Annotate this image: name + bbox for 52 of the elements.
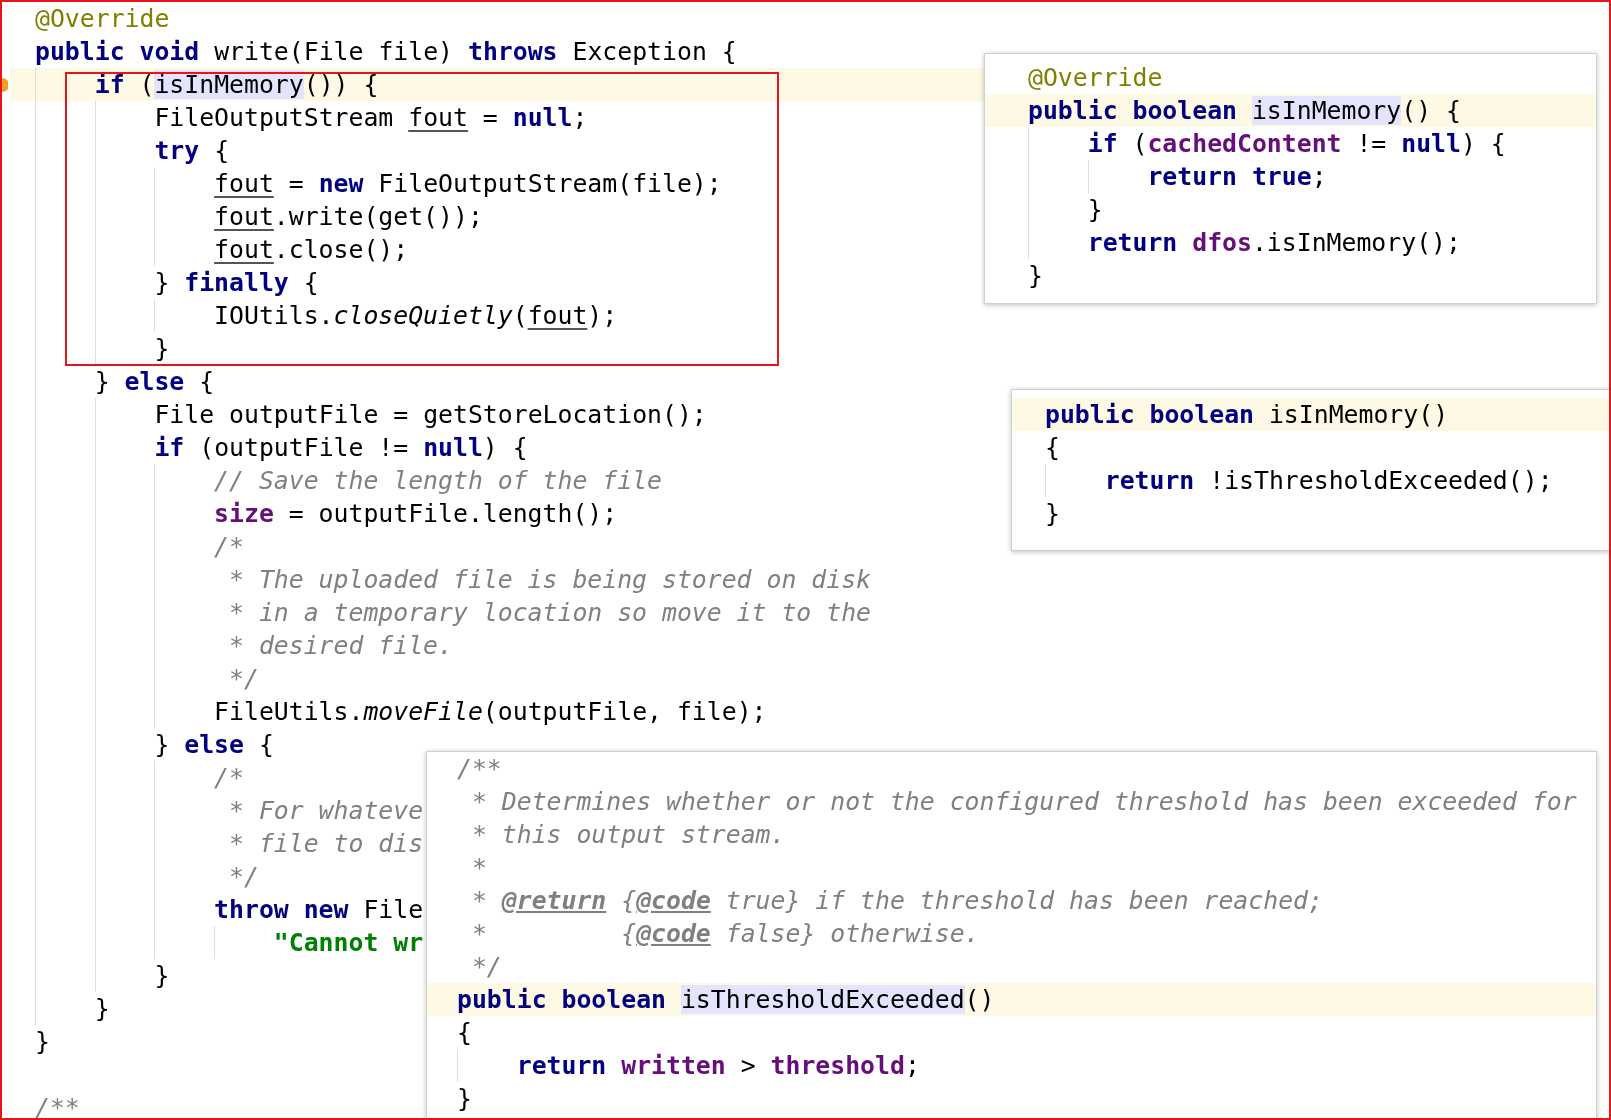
code-line: /**: [34, 1092, 80, 1118]
code-line: * For whateve: [10, 794, 424, 827]
code-line: @Override: [1027, 62, 1163, 94]
code-line: FileOutputStream fout = null;: [10, 101, 588, 134]
code-line: try {: [10, 134, 230, 167]
code-line: File outputFile = getStoreLocation();: [10, 398, 707, 431]
code-line: /*: [10, 761, 244, 794]
code-line: return !isThresholdExceeded();: [1012, 464, 1553, 497]
gutter-marker-icon: [2, 78, 8, 92]
code-line: */: [10, 662, 259, 695]
code-line: }: [10, 332, 170, 365]
code-line: fout = new FileOutputStream(file);: [10, 167, 722, 200]
code-line: */: [470, 951, 502, 983]
code-line: fout.write(get());: [10, 200, 483, 233]
code-line: /**: [456, 753, 502, 785]
code-line: public void write(File file) throws Exception {: [34, 36, 737, 68]
code-line: if (outputFile != null) {: [10, 431, 528, 464]
code-line: } finally {: [10, 266, 319, 299]
code-line: /*: [10, 530, 244, 563]
code-line: throw new File: [10, 893, 424, 926]
code-line: return true;: [985, 160, 1327, 193]
code-line: * this output stream.: [470, 819, 786, 851]
code-line: }: [10, 959, 170, 992]
code-line: size = outputFile.length();: [10, 497, 618, 530]
code-line: * desired file.: [10, 629, 453, 662]
code-line: * in a temporary location so move it to the: [10, 596, 871, 629]
code-line: if (cachedContent != null) {: [985, 127, 1506, 160]
code-line: *: [470, 852, 487, 884]
code-line: } else {: [10, 728, 274, 761]
code-line: }: [10, 992, 110, 1025]
code-line: }: [1027, 260, 1043, 292]
code-line: "Cannot wr: [10, 926, 424, 959]
code-line: */: [10, 860, 259, 893]
code-line: // Save the length of the file: [10, 464, 662, 497]
code-line: }: [34, 1026, 50, 1058]
code-line: fout.close();: [10, 233, 409, 266]
code-line: * file to dis: [10, 827, 424, 860]
code-line: * Determines whether or not the configured threshold has been exceeded for: [470, 786, 1577, 818]
code-line: IOUtils.closeQuietly(fout);: [10, 299, 618, 332]
code-line: }: [1044, 498, 1060, 530]
code-line: } else {: [10, 365, 215, 398]
code-line: * {@code false} otherwise.: [470, 918, 980, 950]
code-line: {: [1044, 432, 1060, 464]
code-line: * @return {@code true} if the threshold has been reached;: [470, 885, 1323, 917]
code-line: * The uploaded file is being stored on disk: [10, 563, 871, 596]
code-line: }: [985, 193, 1103, 226]
code-line: FileUtils.moveFile(outputFile, file);: [10, 695, 767, 728]
code-line: {: [456, 1017, 472, 1049]
code-line: @Override: [34, 3, 170, 35]
code-line: }: [456, 1083, 472, 1115]
code-line: return written > threshold;: [427, 1049, 920, 1082]
code-line: return dfos.isInMemory();: [985, 226, 1461, 259]
